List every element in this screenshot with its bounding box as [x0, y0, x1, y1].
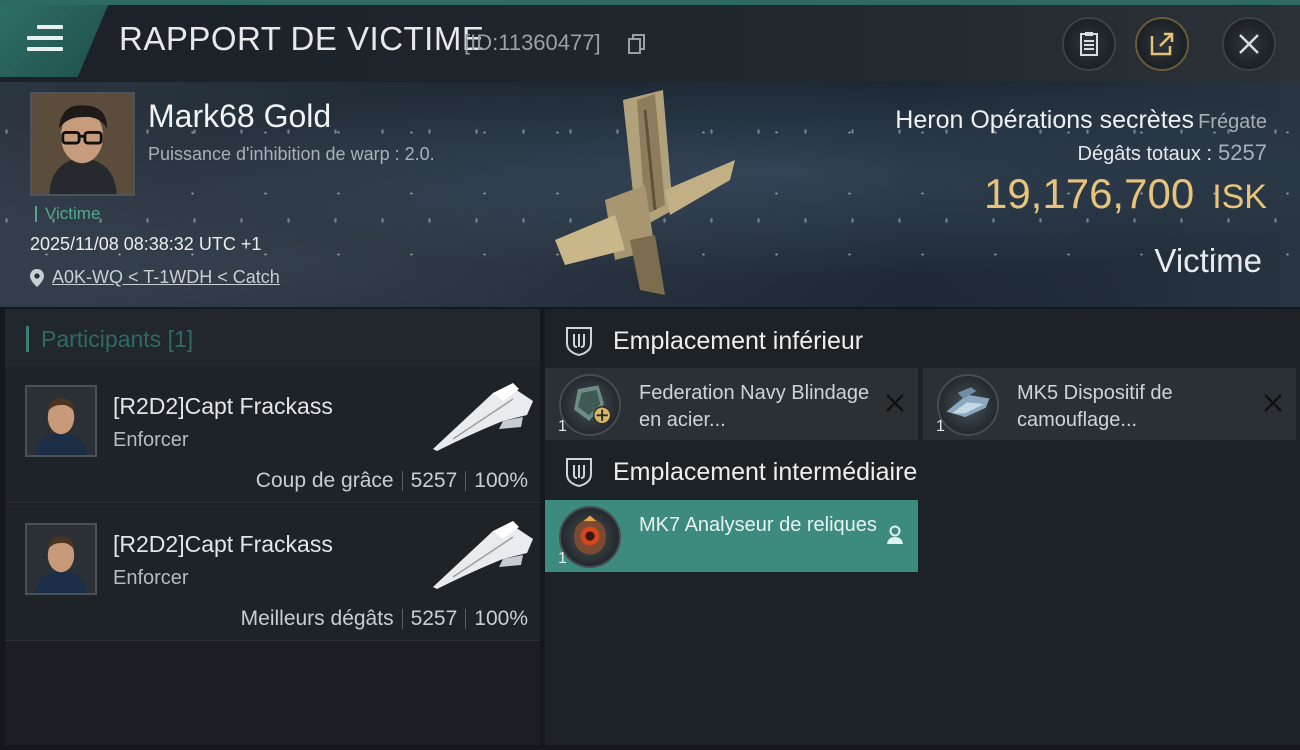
close-button[interactable]	[1222, 17, 1276, 71]
clipboard-button[interactable]	[1062, 17, 1116, 71]
participant-row[interactable]: [R2D2]Capt Frackass Enforcer Meilleurs d…	[5, 505, 540, 641]
mid-slot-label: Emplacement intermédiaire	[613, 457, 918, 486]
map-pin-icon	[30, 268, 44, 287]
participant-portrait	[27, 525, 95, 593]
victim-avatar[interactable]	[30, 92, 135, 196]
module-quantity: 1	[936, 418, 945, 435]
divider	[465, 609, 467, 630]
module-name: MK5 Dispositif de camouflage...	[1017, 382, 1173, 431]
divider	[401, 609, 403, 630]
dropped-person-icon	[887, 525, 903, 544]
copy-icon[interactable]	[628, 34, 646, 54]
participant-avatar	[25, 523, 97, 595]
victim-role-label: Victime	[1154, 242, 1262, 279]
participant-avatar	[25, 385, 97, 457]
participant-name: [R2D2]Capt Frackass	[113, 393, 333, 419]
participant-damage: 5257	[410, 469, 458, 492]
close-icon	[1239, 34, 1259, 54]
participant-ship: Enforcer	[113, 567, 189, 589]
low-slot-header: Emplacement inférieur	[545, 313, 1300, 369]
cloaking-device-icon	[937, 374, 999, 436]
destroyed-x-icon	[1264, 394, 1282, 412]
module-name: Federation Navy Blindage en acier...	[639, 382, 870, 431]
victim-name: Mark68 Gold	[148, 98, 332, 134]
participant-damage: 5257	[410, 607, 458, 630]
module-name: MK7 Analyseur de reliques	[639, 514, 877, 536]
mid-slot-icon	[566, 458, 592, 488]
report-id: [ID:11360477]	[464, 30, 601, 55]
module-card[interactable]: 1 MK5 Dispositif de camouflage...	[923, 368, 1296, 440]
enforcer-ship-image	[433, 383, 533, 451]
kill-datetime: 2025/11/08 08:38:32 UTC +1	[30, 234, 262, 254]
participant-stats: Coup de grâce 5257 100%	[256, 469, 528, 493]
participants-panel: Participants [1] [R2D2]Capt Frackass Enf…	[5, 309, 540, 745]
low-slot-label: Emplacement inférieur	[613, 326, 864, 355]
share-button[interactable]	[1135, 17, 1189, 71]
participant-ship: Enforcer	[113, 429, 189, 451]
victim-hero: Mark68 Gold Puissance d'inhibition de wa…	[0, 82, 1300, 307]
module-card[interactable]: 1 MK7 Analyseur de reliques	[545, 500, 918, 572]
participant-name: [R2D2]Capt Frackass	[113, 531, 333, 557]
module-card[interactable]: 1 Federation Navy Blindage en acier...	[545, 368, 918, 440]
enforcer-ship-image	[433, 521, 533, 589]
participant-stat-label: Coup de grâce	[255, 469, 394, 492]
relic-analyzer-icon	[559, 506, 621, 568]
armor-plate-icon	[559, 374, 621, 436]
top-bar: RAPPORT DE VICTIME [ID:11360477]	[0, 0, 1300, 82]
ship-name: Heron Opérations secrètes Frégate	[895, 106, 1267, 135]
location-link[interactable]: A0K-WQ < T-1WDH < Catch	[30, 267, 280, 288]
total-damage-label: Dégâts totaux :	[1077, 143, 1213, 165]
participant-stat-label: Meilleurs dégâts	[240, 607, 394, 630]
isk-amount: 19,176,700	[983, 170, 1195, 217]
module-quantity: 1	[558, 418, 567, 435]
isk-unit: ISK	[1212, 178, 1267, 216]
ship-class: Frégate	[1198, 111, 1267, 133]
participant-stats: Meilleurs dégâts 5257 100%	[241, 607, 528, 631]
location-text: A0K-WQ < T-1WDH < Catch	[52, 267, 280, 287]
participant-portrait	[27, 387, 95, 455]
participants-label: Participants	[41, 326, 162, 352]
share-icon	[1150, 32, 1174, 56]
isk-value: 19,176,700 ISK	[984, 170, 1267, 218]
module-quantity: 1	[558, 550, 567, 567]
accent-line	[0, 0, 1300, 5]
participant-percent: 100%	[474, 469, 528, 492]
low-slot-icon	[566, 327, 592, 357]
portrait-image	[32, 94, 133, 194]
menu-icon	[27, 25, 63, 58]
mid-slot-header: Emplacement intermédiaire	[545, 444, 1300, 500]
ship-name-text: Heron Opérations secrètes	[895, 106, 1195, 134]
warp-inhibition-text: Puissance d'inhibition de warp : 2.0.	[148, 144, 435, 164]
participant-percent: 100%	[474, 607, 528, 630]
participant-row[interactable]: [R2D2]Capt Frackass Enforcer Coup de grâ…	[5, 367, 540, 503]
total-damage-value: 5257	[1218, 140, 1267, 165]
destroyed-x-icon	[886, 394, 904, 412]
participants-count: [1]	[167, 326, 194, 352]
clipboard-icon	[1080, 32, 1098, 56]
fitting-panel: Emplacement inférieur 1 Federation Navy …	[545, 309, 1300, 745]
total-damage: Dégâts totaux :5257	[1078, 140, 1267, 166]
menu-button[interactable]	[0, 5, 108, 77]
victim-role-tag: Victime	[35, 205, 100, 222]
victim-ship-image	[555, 90, 735, 295]
participants-header: Participants [1]	[5, 309, 540, 367]
page-title: RAPPORT DE VICTIME	[119, 20, 485, 57]
divider	[465, 471, 467, 492]
divider	[401, 471, 403, 492]
